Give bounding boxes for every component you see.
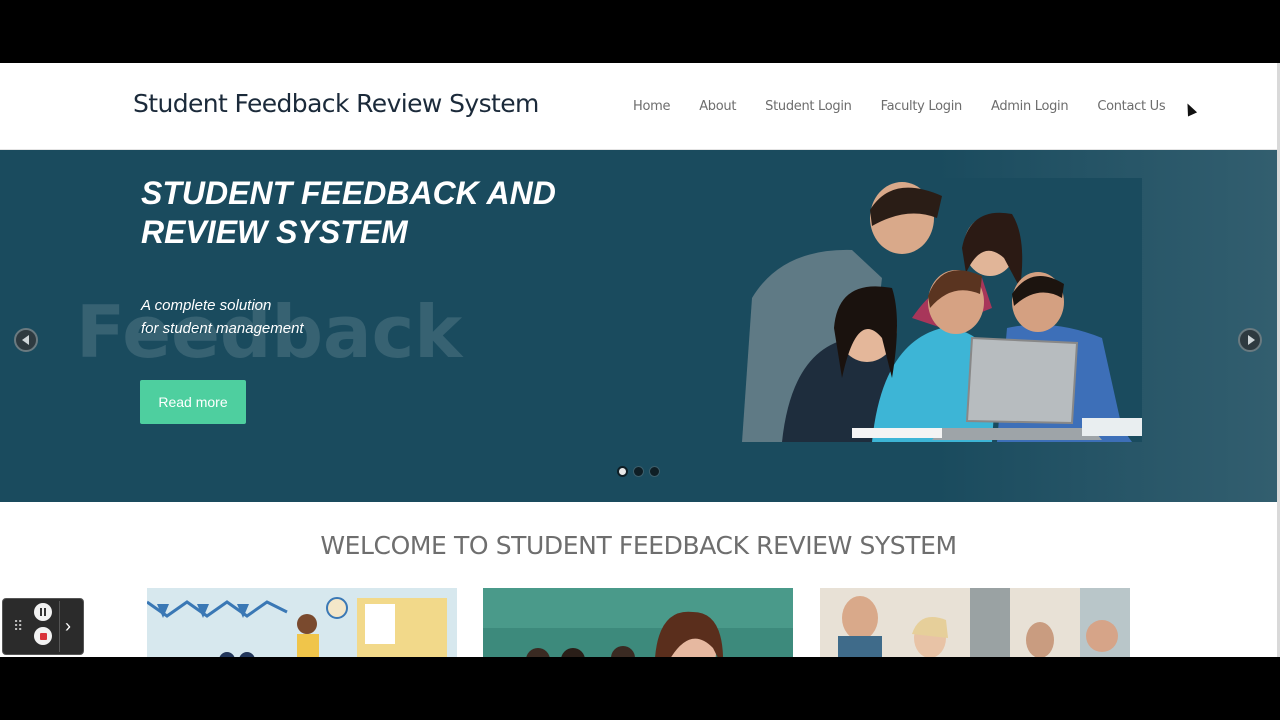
read-more-button[interactable]: Read more	[140, 380, 246, 424]
nav-about[interactable]: About	[699, 99, 736, 114]
welcome-heading: WELCOME TO STUDENT FEEDBACK REVIEW SYSTE…	[320, 531, 957, 560]
main-nav: Home About Student Login Faculty Login A…	[633, 99, 1194, 114]
nav-contact-us[interactable]: Contact Us	[1097, 99, 1165, 114]
drag-grip-icon[interactable]: ⠿	[13, 619, 23, 633]
carousel-dot-3[interactable]	[649, 466, 660, 477]
carousel-dot-1[interactable]	[617, 466, 628, 477]
hero-carousel: Feedback STUDENT FEEDBACK AND REVIEW SYS…	[0, 150, 1277, 502]
next-arrow-icon	[1247, 335, 1255, 345]
screen-recorder-widget: ⠿ ›	[2, 598, 84, 655]
carousel-dot-2[interactable]	[633, 466, 644, 477]
hero-title: STUDENT FEEDBACK AND REVIEW SYSTEM	[141, 175, 556, 250]
group-meeting-photo	[820, 588, 1130, 657]
prev-arrow-icon	[21, 335, 29, 345]
site-header: Student Feedback Review System Home Abou…	[0, 63, 1277, 150]
students-laptop-illustration	[742, 178, 1142, 442]
carousel-next-button[interactable]	[1238, 328, 1262, 352]
hero-students-photo	[742, 178, 1142, 442]
recorder-stop-button[interactable]	[34, 627, 52, 645]
stop-icon	[39, 632, 47, 640]
feature-card-1-image[interactable]	[147, 588, 457, 657]
carousel-indicators	[617, 466, 660, 477]
nav-faculty-login[interactable]: Faculty Login	[881, 99, 963, 114]
feature-card-2-image[interactable]	[483, 588, 793, 657]
carousel-prev-button[interactable]	[14, 328, 38, 352]
chevron-right-icon[interactable]: ›	[65, 616, 71, 637]
feature-card-3-image[interactable]	[820, 588, 1130, 657]
students-classroom-photo	[483, 588, 793, 657]
browser-viewport: Student Feedback Review System Home Abou…	[0, 63, 1277, 657]
classroom-illustration	[147, 588, 457, 657]
mouse-cursor-icon	[1182, 101, 1198, 117]
recorder-pause-button[interactable]	[34, 603, 52, 621]
nav-student-login[interactable]: Student Login	[765, 99, 852, 114]
site-brand[interactable]: Student Feedback Review System	[133, 89, 539, 118]
nav-home[interactable]: Home	[633, 99, 671, 114]
nav-admin-login[interactable]: Admin Login	[991, 99, 1069, 114]
pause-icon	[40, 608, 42, 616]
hero-subtitle: A complete solution for student manageme…	[141, 297, 304, 337]
recorder-divider	[59, 601, 60, 652]
